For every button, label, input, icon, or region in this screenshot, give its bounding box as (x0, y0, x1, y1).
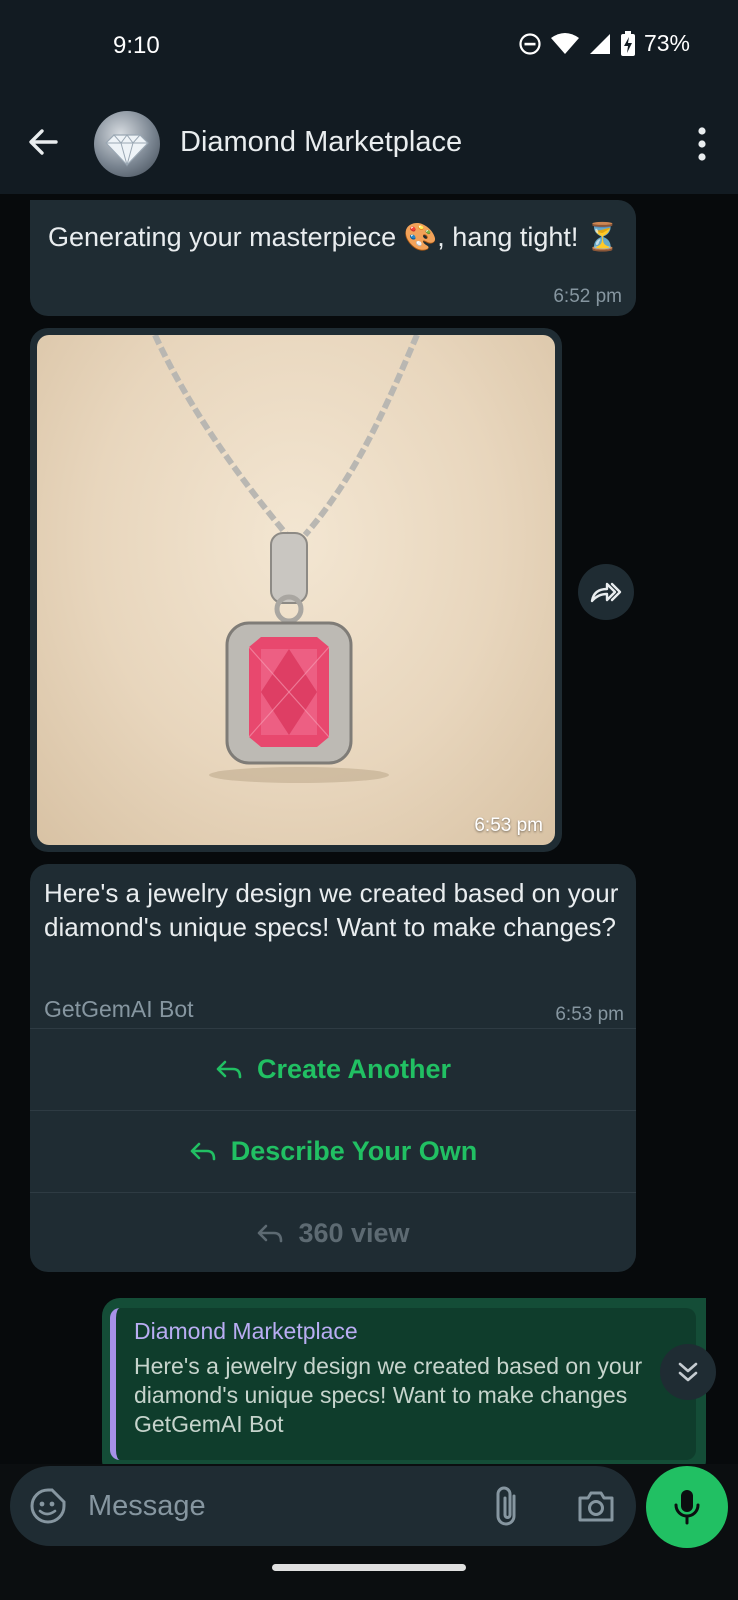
message-composer[interactable] (10, 1466, 636, 1546)
reply-icon (190, 1142, 216, 1160)
describe-your-own-button[interactable]: Describe Your Own (30, 1110, 636, 1192)
pink-diamond-pendant-image (152, 335, 420, 783)
button-label: Describe Your Own (230, 1136, 478, 1166)
quoted-text-body: Here's a jewelry design we created based… (134, 1353, 643, 1408)
battery-percent: 73% (643, 30, 690, 56)
status-icons: 73% (518, 30, 690, 57)
scroll-to-bottom-button[interactable] (660, 1344, 716, 1400)
paperclip-icon (496, 1486, 516, 1526)
signal-icon (589, 33, 610, 54)
quoted-text: Here's a jewelry design we created based… (134, 1352, 694, 1439)
message-text: Here's a jewelry design we created based… (44, 878, 619, 942)
double-chevron-down-icon (678, 1362, 698, 1382)
image-message[interactable]: 6:53 pm (30, 328, 562, 852)
status-bar: 9:10 73% (0, 0, 738, 96)
message-bubble-incoming[interactable]: Generating your masterpiece 🎨, hang tigh… (30, 200, 636, 316)
quoted-message[interactable]: Diamond Marketplace Here's a jewelry des… (110, 1308, 696, 1460)
sticker-button[interactable] (28, 1486, 68, 1526)
chat-title[interactable]: Diamond Marketplace (180, 126, 462, 159)
microphone-icon (674, 1490, 700, 1525)
arrow-left-icon (29, 129, 58, 155)
button-label: 360 view (298, 1218, 410, 1248)
message-footer: GetGemAI Bot (44, 996, 194, 1022)
message-input[interactable] (88, 1484, 468, 1528)
do-not-disturb-icon (519, 32, 541, 55)
home-indicator[interactable] (272, 1564, 466, 1571)
360-view-button[interactable]: 360 view (30, 1192, 636, 1274)
message-bubble-incoming[interactable]: Here's a jewelry design we created based… (30, 864, 636, 1272)
menu-button[interactable] (690, 122, 714, 166)
reply-icon (216, 1060, 242, 1078)
message-time: 6:53 pm (474, 815, 543, 836)
battery-charging-icon (620, 30, 635, 56)
pendant-image[interactable]: 6:53 pm (37, 335, 555, 845)
composer-bar (0, 1464, 738, 1600)
message-time: 6:52 pm (553, 286, 622, 307)
more-vertical-icon (698, 127, 706, 161)
chat-messages[interactable]: Generating your masterpiece 🎨, hang tigh… (0, 194, 738, 1464)
status-time: 9:10 (113, 32, 160, 59)
quoted-footer: GetGemAI Bot (134, 1411, 284, 1437)
quoted-sender: Diamond Marketplace (134, 1318, 358, 1344)
message-bubble-outgoing[interactable]: Diamond Marketplace Here's a jewelry des… (102, 1298, 706, 1464)
back-button[interactable] (22, 120, 66, 164)
diamond-icon (105, 134, 149, 167)
camera-button[interactable] (574, 1484, 618, 1528)
create-another-button[interactable]: Create Another (30, 1028, 636, 1110)
chat-header: Diamond Marketplace (0, 96, 738, 194)
camera-icon (578, 1491, 614, 1522)
forward-icon (590, 582, 622, 603)
message-text: Generating your masterpiece 🎨, hang tigh… (48, 222, 620, 252)
reply-icon (258, 1224, 283, 1242)
sticker-icon (30, 1488, 66, 1524)
message-time: 6:53 pm (555, 1004, 624, 1025)
chat-screen: 9:10 73% Diamond Marketplace Generating … (0, 0, 738, 1600)
attach-button[interactable] (488, 1484, 528, 1528)
voice-message-button[interactable] (646, 1466, 728, 1548)
button-label: Create Another (256, 1054, 452, 1084)
forward-button[interactable] (578, 564, 634, 620)
avatar[interactable] (94, 111, 160, 177)
wifi-icon (550, 32, 579, 54)
